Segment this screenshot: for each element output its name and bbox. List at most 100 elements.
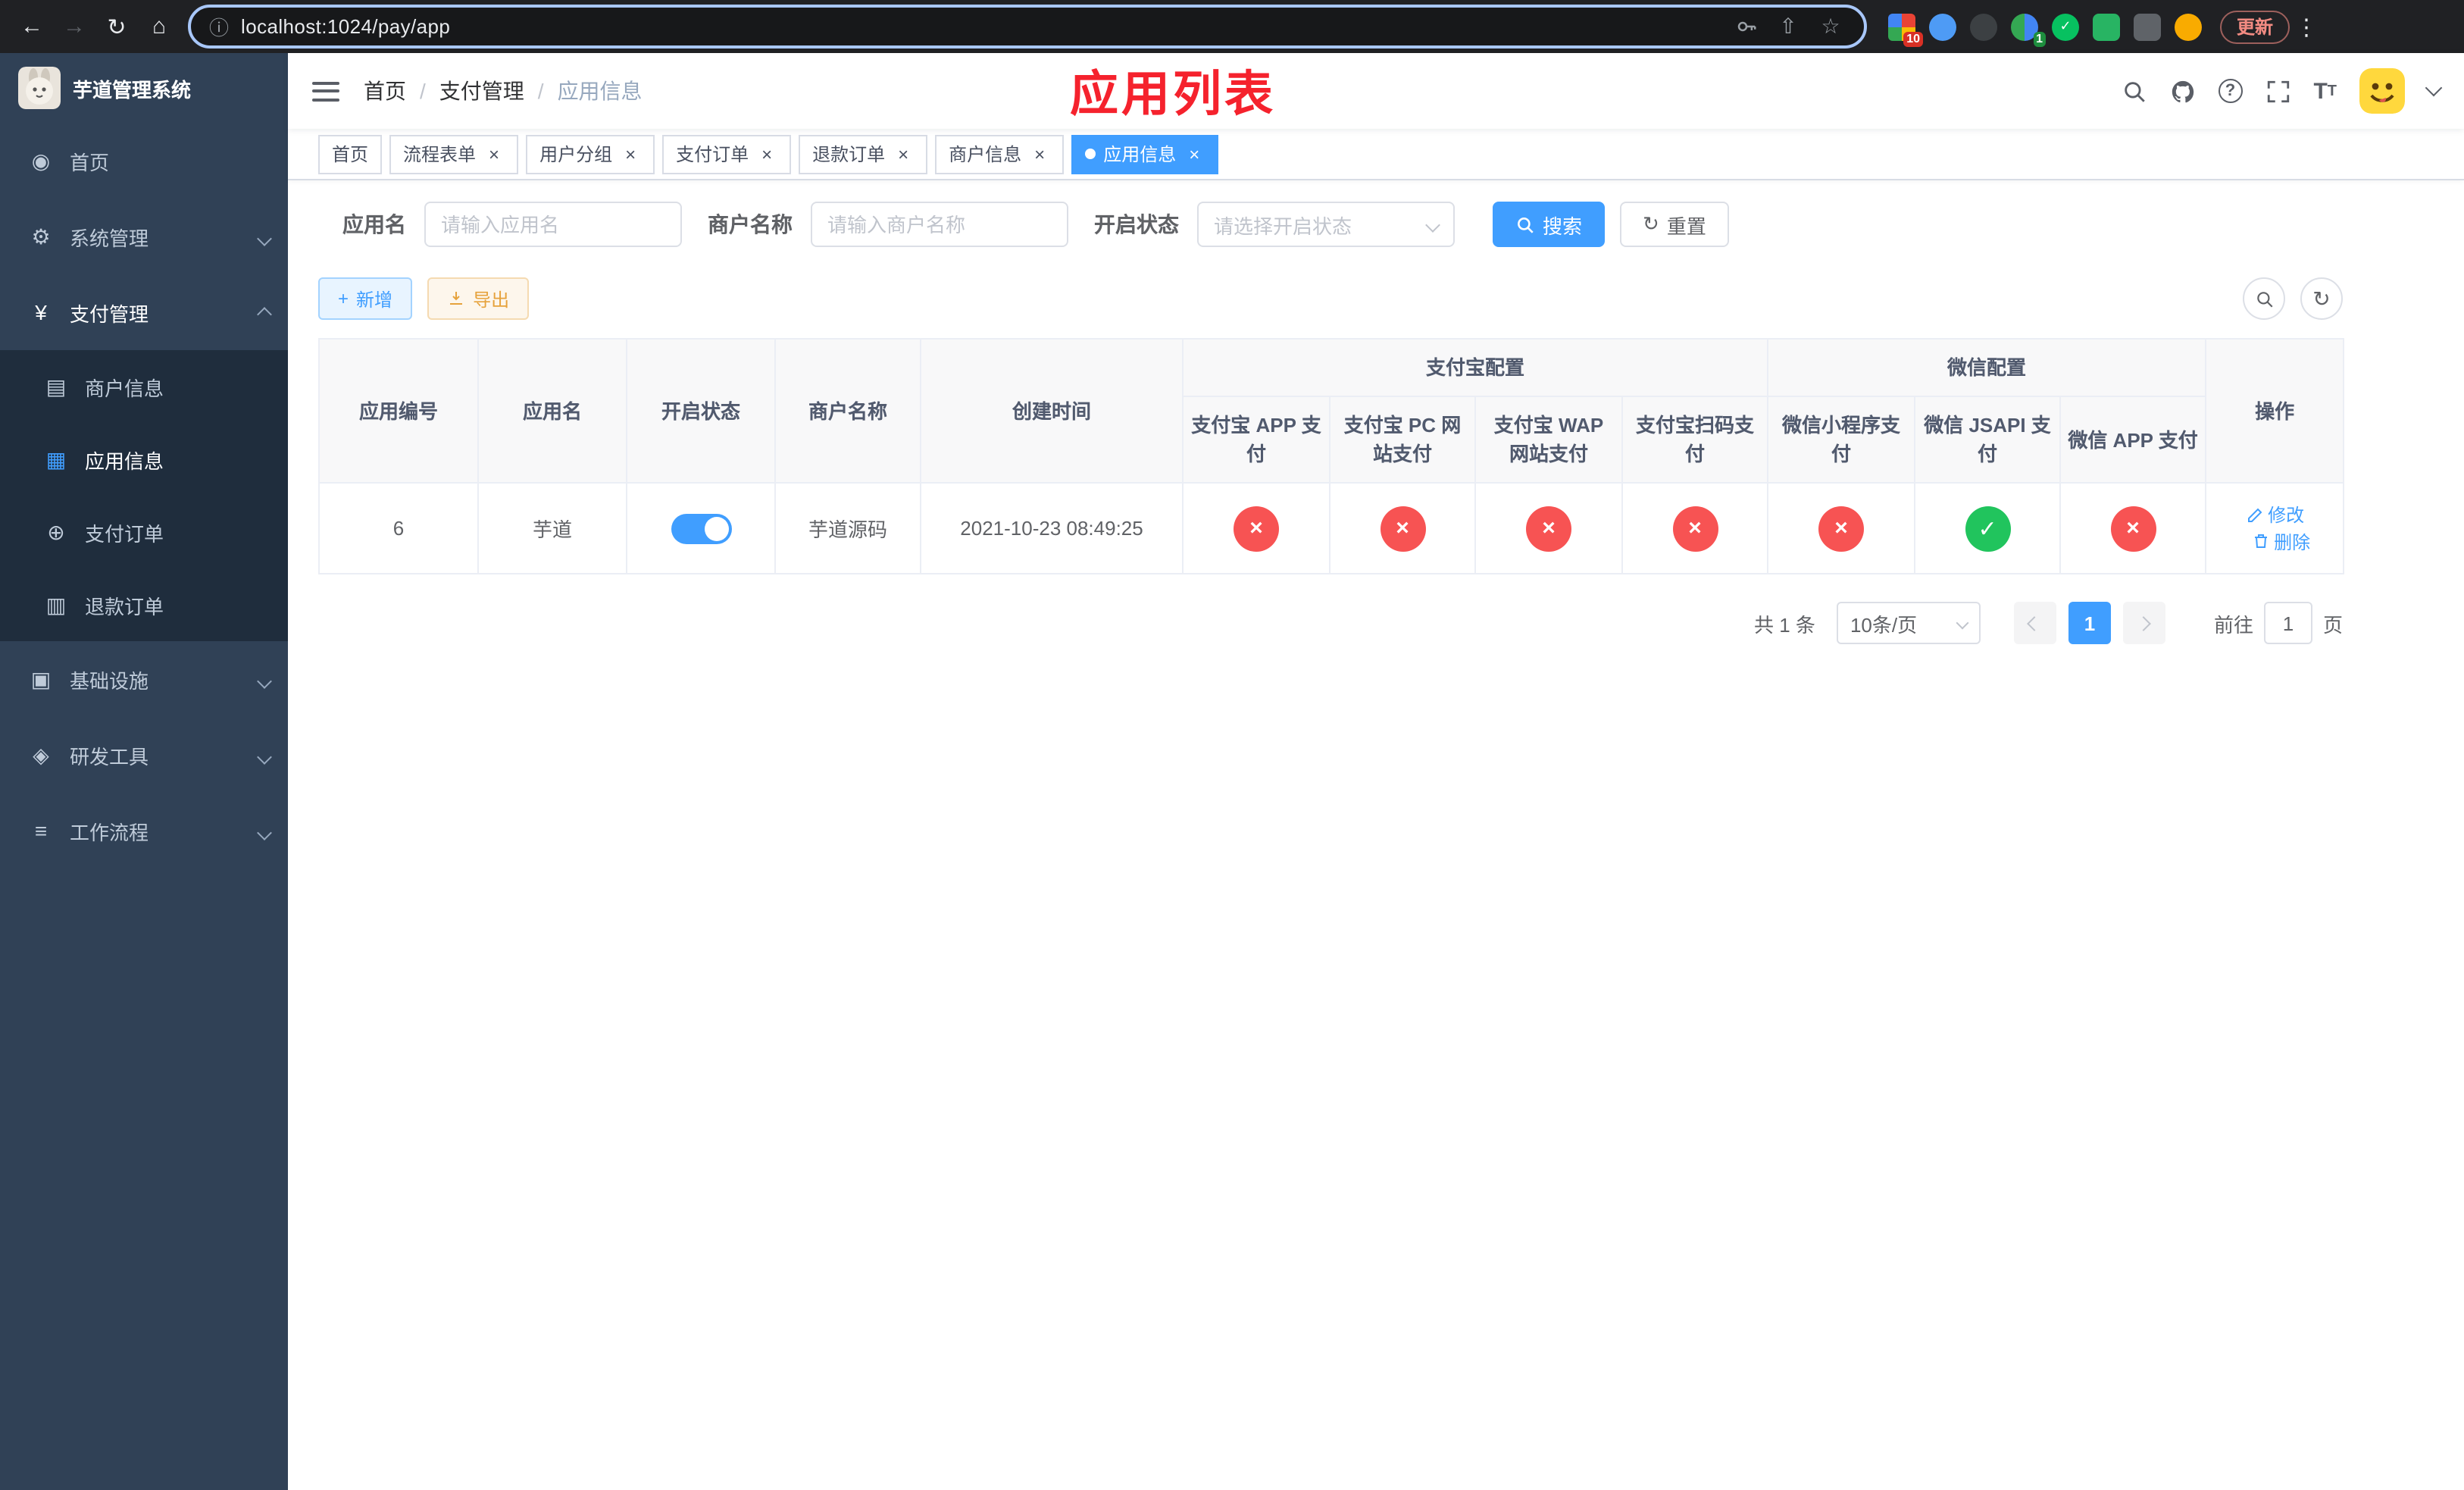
extension-chat-icon[interactable] <box>2093 13 2120 40</box>
breadcrumb-section[interactable]: 支付管理 <box>439 76 524 106</box>
chrome-menu-icon[interactable]: ⋮ <box>2293 13 2320 40</box>
url-text[interactable]: localhost:1024/pay/app <box>241 15 450 38</box>
site-info-icon[interactable]: ⓘ <box>209 12 229 41</box>
sidebar-item-dev-tools[interactable]: ◈ 研发工具 <box>0 717 288 793</box>
cell-app-name: 芋道 <box>477 482 627 574</box>
status-select[interactable]: 请选择开启状态 <box>1197 202 1455 247</box>
extension-face-icon[interactable] <box>2175 13 2202 40</box>
delete-link[interactable]: 删除 <box>2251 528 2310 554</box>
refresh-table-icon[interactable]: ↻ <box>2300 277 2343 320</box>
page-title: 应用列表 <box>1069 67 1277 121</box>
sidebar-item-payment[interactable]: ¥ 支付管理 <box>0 274 288 350</box>
breadcrumb-separator: / <box>420 79 426 103</box>
avatar-caret-icon[interactable] <box>2425 79 2443 97</box>
close-icon[interactable]: × <box>1184 143 1205 164</box>
merchant-card-icon: ▤ <box>45 374 67 398</box>
sidebar-item-system[interactable]: ⚙ 系统管理 <box>0 199 288 274</box>
sidebar-item-refund-order[interactable]: ▥ 退款订单 <box>0 568 288 641</box>
sidebar-item-infrastructure[interactable]: ▣ 基础设施 <box>0 641 288 717</box>
goto-page-input[interactable] <box>2263 602 2312 644</box>
col-group-wechat: 微信配置 <box>1767 338 2207 397</box>
current-page-button[interactable]: 1 <box>2068 602 2111 644</box>
toggle-search-icon[interactable] <box>2243 277 2285 320</box>
wechat-jsapi-enabled-icon: ✓ <box>1965 506 2011 551</box>
table-row: 6 芋道 芋道源码 2021-10-23 08:49:25 × × × × × … <box>318 482 2345 574</box>
tab-pay-order[interactable]: 支付订单 × <box>662 134 792 174</box>
password-key-icon[interactable] <box>1731 15 1761 38</box>
sidebar-item-label: 商户信息 <box>85 377 164 399</box>
extension-pin-icon[interactable] <box>2134 13 2161 40</box>
app-grid-icon: ▦ <box>45 446 67 471</box>
address-bar[interactable]: ⓘ localhost:1024/pay/app ⇧ ☆ <box>188 5 1867 49</box>
tab-process-form[interactable]: 流程表单 × <box>389 134 519 174</box>
extension-check-icon[interactable]: ✓ <box>2052 13 2079 40</box>
tab-home[interactable]: 首页 <box>318 134 383 174</box>
page-size-select[interactable]: 10条/页 <box>1836 602 1981 644</box>
bookmark-star-icon[interactable]: ☆ <box>1815 14 1846 39</box>
close-icon[interactable]: × <box>756 143 777 164</box>
search-button[interactable]: 搜索 <box>1493 202 1606 247</box>
extension-badge: 10 <box>1903 31 1923 46</box>
col-merchant-name: 商户名称 <box>774 338 921 484</box>
sidebar-item-workflow[interactable]: ≡ 工作流程 <box>0 793 288 869</box>
font-size-icon[interactable]: TT <box>2313 78 2337 104</box>
sidebar-item-pay-order[interactable]: ⊕ 支付订单 <box>0 496 288 568</box>
merchant-name-input[interactable] <box>811 202 1068 247</box>
back-icon[interactable]: ← <box>12 7 52 46</box>
alipay-pc-disabled-icon: × <box>1380 506 1425 551</box>
col-alipay-app: 支付宝 APP 支付 <box>1182 396 1330 484</box>
app-name-label: 应用名 <box>342 212 406 236</box>
close-icon[interactable]: × <box>1029 143 1050 164</box>
sidebar-item-app-info[interactable]: ▦ 应用信息 <box>0 423 288 496</box>
help-icon[interactable]: ? <box>2218 79 2243 103</box>
add-button[interactable]: + 新增 <box>318 277 413 320</box>
app-logo-row[interactable]: 芋道管理系统 <box>0 53 288 123</box>
hamburger-icon[interactable] <box>312 81 339 101</box>
col-alipay-pc: 支付宝 PC 网站支付 <box>1329 396 1476 484</box>
toolbar-right: ↻ <box>2243 277 2343 320</box>
export-button[interactable]: 导出 <box>427 277 530 320</box>
sidebar-item-label: 支付订单 <box>85 522 164 545</box>
breadcrumb-home[interactable]: 首页 <box>364 76 406 106</box>
top-navbar: 首页 / 支付管理 / 应用信息 应用列表 ? T T <box>288 53 2464 129</box>
forward-icon[interactable]: → <box>55 7 94 46</box>
home-icon[interactable]: ⌂ <box>139 7 179 46</box>
col-wechat-lite: 微信小程序支付 <box>1767 396 1916 484</box>
next-page-button[interactable] <box>2122 602 2165 644</box>
tab-merchant-info[interactable]: 商户信息 × <box>935 134 1065 174</box>
infra-icon: ▣ <box>30 666 52 690</box>
chevron-down-icon <box>257 225 272 248</box>
sidebar-item-home[interactable]: ◉ 首页 <box>0 123 288 199</box>
close-icon[interactable]: × <box>893 143 914 164</box>
avatar[interactable] <box>2359 68 2405 114</box>
extension-grid-icon[interactable]: 10 <box>1888 13 1923 46</box>
extension-dark-icon[interactable] <box>1970 13 1997 40</box>
extension-drop-icon[interactable] <box>1929 13 1956 40</box>
tab-app-info[interactable]: 应用信息 × <box>1071 134 1219 174</box>
fullscreen-icon[interactable] <box>2265 78 2290 104</box>
sidebar-item-merchant-info[interactable]: ▤ 商户信息 <box>0 350 288 423</box>
navbar-actions: ? TT <box>2121 68 2443 114</box>
extension-profile-icon[interactable]: 1 <box>2011 13 2046 46</box>
payment-submenu: ▤ 商户信息 ▦ 应用信息 ⊕ 支付订单 ▥ 退款订单 <box>0 350 288 641</box>
status-toggle[interactable] <box>671 513 731 543</box>
col-group-alipay: 支付宝配置 <box>1181 338 1769 397</box>
sidebar-item-label: 工作流程 <box>70 821 149 844</box>
close-icon[interactable]: × <box>620 143 641 164</box>
app-name-input[interactable] <box>424 202 682 247</box>
app-title: 芋道管理系统 <box>73 78 192 101</box>
tab-user-group[interactable]: 用户分组 × <box>526 134 655 174</box>
chrome-update-button[interactable]: 更新 <box>2220 10 2290 43</box>
refund-doc-icon: ▥ <box>45 592 67 616</box>
edit-link[interactable]: 修改 <box>2245 502 2304 527</box>
active-dot-icon <box>1085 149 1096 159</box>
share-icon[interactable]: ⇧ <box>1773 14 1803 39</box>
close-icon[interactable]: × <box>483 143 505 164</box>
reset-button[interactable]: ↻ 重置 <box>1620 202 1729 247</box>
col-status: 开启状态 <box>626 338 776 484</box>
prev-page-button[interactable] <box>2013 602 2056 644</box>
search-icon[interactable] <box>2121 78 2147 104</box>
reload-icon[interactable]: ↻ <box>97 7 136 46</box>
github-icon[interactable] <box>2169 78 2195 104</box>
tab-refund-order[interactable]: 退款订单 × <box>799 134 928 174</box>
